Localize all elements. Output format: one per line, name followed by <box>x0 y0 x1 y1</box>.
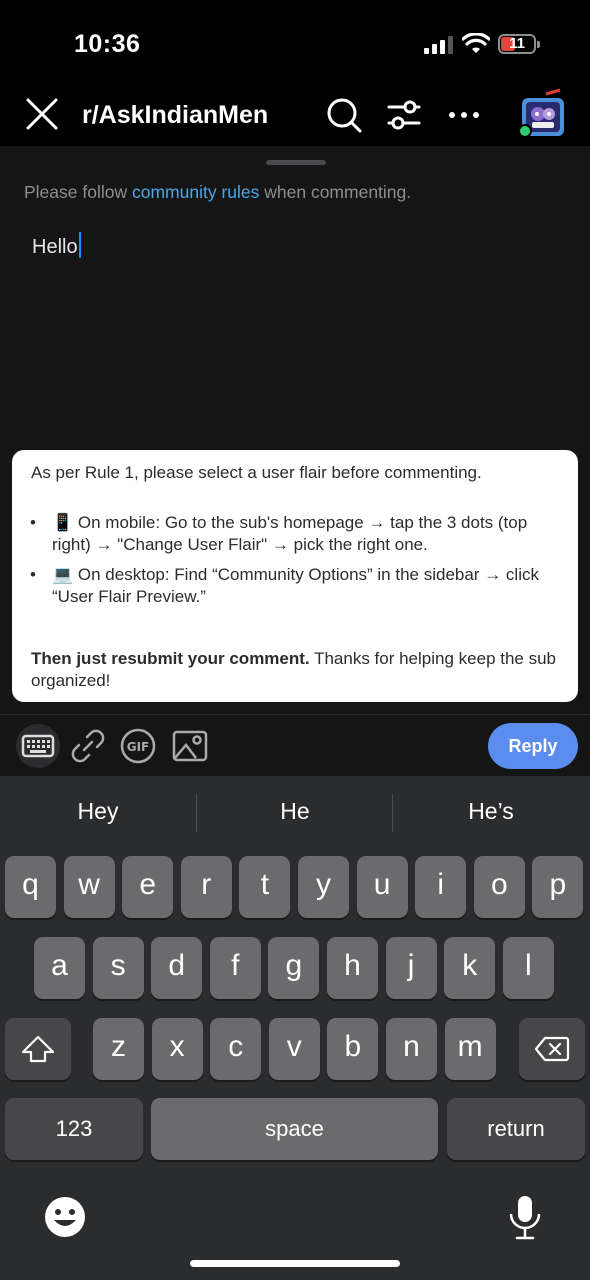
online-status-dot <box>518 124 532 138</box>
battery-indicator: 11 <box>498 34 540 54</box>
rules-suffix: when commenting. <box>259 182 412 202</box>
delete-key[interactable] <box>519 1018 585 1080</box>
key-s[interactable]: s <box>92 937 144 999</box>
shift-key[interactable] <box>5 1018 71 1080</box>
emoji-key[interactable] <box>38 1190 92 1244</box>
key-z[interactable]: z <box>93 1018 144 1080</box>
computer-emoji: 💻 <box>52 565 74 584</box>
comment-input[interactable]: Hello <box>32 232 81 259</box>
key-l[interactable]: l <box>502 937 554 999</box>
key-w[interactable]: w <box>63 856 115 918</box>
subreddit-title[interactable]: r/AskIndianMen <box>82 101 268 130</box>
cellular-signal-icon <box>424 36 453 54</box>
wifi-icon <box>462 33 490 53</box>
shift-arrow-icon <box>21 1035 55 1063</box>
status-bar: 10:36 11 <box>0 0 590 88</box>
rules-notice: Please follow community rules when comme… <box>24 182 411 203</box>
list-item: • 💻 On desktop: Find “Community Options” … <box>30 564 560 608</box>
battery-level: 11 <box>509 35 525 52</box>
home-indicator <box>190 1260 400 1267</box>
key-k[interactable]: k <box>444 937 496 999</box>
header-bar: r/AskIndianMen <box>0 88 590 146</box>
user-avatar[interactable] <box>516 88 568 140</box>
key-o[interactable]: o <box>473 856 525 918</box>
emoji-smiley-icon <box>45 1197 85 1237</box>
close-icon[interactable] <box>24 96 60 132</box>
gif-icon[interactable]: GIF <box>118 726 158 766</box>
notice-intro: As per Rule 1, please select a user flai… <box>31 463 482 482</box>
suggestion-1[interactable]: Hey <box>0 798 196 825</box>
key-i[interactable]: i <box>415 856 467 918</box>
backspace-icon <box>534 1036 570 1062</box>
suggestion-3[interactable]: He’s <box>393 798 589 825</box>
key-b[interactable]: b <box>327 1018 379 1080</box>
keyboard: Hey He He’s 123 space return qwert y u i… <box>0 776 590 1280</box>
key-f[interactable]: f <box>209 937 261 999</box>
list-bullet: • <box>30 565 36 584</box>
text-cursor <box>78 232 81 258</box>
space-key[interactable]: space <box>151 1098 438 1160</box>
key-u[interactable]: u <box>356 856 408 918</box>
key-t[interactable]: t <box>239 856 291 918</box>
key-e[interactable]: e <box>122 856 174 918</box>
phone-emoji: 📱 <box>52 513 74 532</box>
keyboard-icon <box>21 734 55 758</box>
rules-prefix: Please follow <box>24 182 132 202</box>
return-key[interactable]: return <box>447 1098 585 1160</box>
key-q[interactable]: q <box>5 856 56 918</box>
dictation-key[interactable] <box>500 1190 550 1244</box>
microphone-icon <box>509 1196 541 1240</box>
notice-mobile-text: On mobile: Go to the sub's homepage → ta… <box>52 513 528 554</box>
more-options-icon[interactable] <box>445 96 483 134</box>
composer-toolbar: GIF Reply <box>0 714 590 776</box>
search-icon[interactable] <box>325 96 363 134</box>
key-d[interactable]: d <box>151 937 203 999</box>
key-c[interactable]: c <box>210 1018 262 1080</box>
comment-sheet: Please follow community rules when comme… <box>0 146 590 776</box>
notice-closing-bold: Then just resubmit your comment. <box>31 649 310 668</box>
key-n[interactable]: n <box>386 1018 437 1080</box>
drag-handle[interactable] <box>266 160 326 165</box>
list-bullet: • <box>30 513 36 532</box>
key-j[interactable]: j <box>385 937 437 999</box>
reply-button[interactable]: Reply <box>488 723 578 769</box>
key-y[interactable]: y <box>298 856 349 918</box>
notice-closing: Then just resubmit your comment. Thanks … <box>31 648 561 692</box>
key-p[interactable]: p <box>532 856 584 918</box>
key-a[interactable]: a <box>34 937 85 999</box>
key-v[interactable]: v <box>268 1018 320 1080</box>
key-r[interactable]: r <box>180 856 232 918</box>
gif-label: GIF <box>127 740 150 754</box>
link-icon[interactable] <box>68 726 108 766</box>
key-h[interactable]: h <box>327 937 378 999</box>
notice-desktop-text: On desktop: Find “Community Options” in … <box>52 565 539 606</box>
notice-list: • 📱 On mobile: Go to the sub's homepage →… <box>30 512 560 616</box>
list-item: • 📱 On mobile: Go to the sub's homepage →… <box>30 512 560 556</box>
image-icon[interactable] <box>170 726 210 766</box>
filter-icon[interactable] <box>385 96 423 134</box>
numbers-key[interactable]: 123 <box>5 1098 143 1160</box>
key-g[interactable]: g <box>268 937 320 999</box>
status-time: 10:36 <box>74 30 141 58</box>
suggestion-2[interactable]: He <box>197 798 393 825</box>
key-m[interactable]: m <box>444 1018 496 1080</box>
flair-notice-card: As per Rule 1, please select a user flai… <box>12 450 578 702</box>
community-rules-link[interactable]: community rules <box>132 182 259 202</box>
keyboard-toggle-button[interactable] <box>16 724 60 768</box>
comment-text: Hello <box>32 236 78 258</box>
key-x[interactable]: x <box>151 1018 203 1080</box>
